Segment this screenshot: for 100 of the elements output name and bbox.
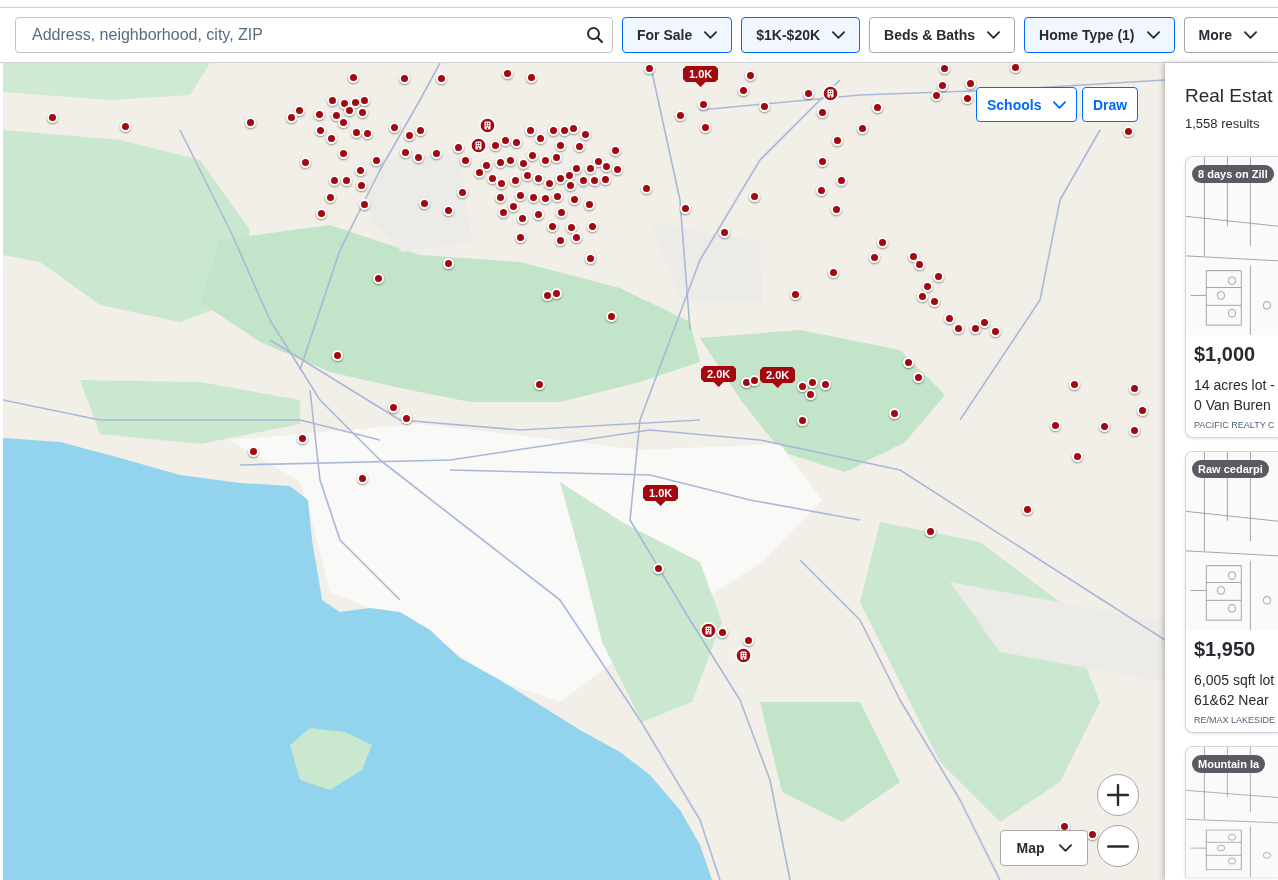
listing-marker-icon[interactable] (748, 190, 760, 202)
listing-marker-icon[interactable] (486, 172, 498, 184)
listing-marker-icon[interactable] (989, 325, 1001, 337)
listing-marker-icon[interactable] (550, 151, 562, 163)
listing-marker-icon[interactable] (567, 122, 579, 134)
listing-marker-icon[interactable] (507, 200, 519, 212)
listing-marker-icon[interactable] (510, 136, 522, 148)
listing-marker-icon[interactable] (912, 371, 924, 383)
listing-marker-icon[interactable] (326, 94, 338, 106)
search-field[interactable]: Address, neighborhood, city, ZIP (15, 17, 613, 53)
listing-marker-icon[interactable] (399, 146, 411, 158)
listing-marker-icon[interactable] (46, 111, 58, 123)
listing-marker-icon[interactable] (570, 231, 582, 243)
listing-card[interactable]: Raw cedarpi $1,950 6,005 sqft lot 61&62 Near RE/MAX LAKESIDE (1185, 451, 1278, 733)
listing-marker-icon[interactable] (442, 204, 454, 216)
listing-marker-icon[interactable] (435, 72, 447, 84)
search-icon[interactable] (586, 26, 604, 44)
listing-marker-icon[interactable] (876, 236, 888, 248)
listing-marker-icon[interactable] (609, 144, 621, 156)
listing-marker-icon[interactable] (978, 316, 990, 328)
listing-marker-icon[interactable] (296, 432, 308, 444)
listing-marker-icon[interactable] (1122, 125, 1134, 137)
map-layer-dropdown[interactable]: Schools (976, 87, 1078, 122)
listing-marker-icon[interactable] (551, 190, 563, 202)
listing-marker-icon[interactable] (543, 177, 555, 189)
listing-marker-icon[interactable] (521, 169, 533, 181)
listing-marker-icon[interactable] (1009, 63, 1021, 73)
map-tool-button[interactable]: Draw (1082, 87, 1139, 122)
listing-marker-icon[interactable] (430, 147, 442, 159)
listing-marker-icon[interactable] (640, 182, 652, 194)
listing-marker-icon[interactable] (358, 198, 370, 210)
listing-marker-icon[interactable] (605, 310, 617, 322)
listing-marker-icon[interactable] (347, 71, 359, 83)
search-input[interactable]: Address, neighborhood, city, ZIP (32, 24, 580, 46)
listing-marker-icon[interactable] (913, 258, 925, 270)
listing-marker-icon[interactable] (358, 94, 370, 106)
listing-marker-icon[interactable] (533, 378, 545, 390)
listing-marker-icon[interactable] (400, 412, 412, 424)
listing-marker-icon[interactable] (337, 147, 349, 159)
listing-marker-icon[interactable] (1068, 378, 1080, 390)
listing-marker-icon[interactable] (611, 163, 623, 175)
listing-marker-icon[interactable] (514, 189, 526, 201)
listing-marker-icon[interactable] (244, 116, 256, 128)
listing-marker-icon[interactable] (789, 288, 801, 300)
listing-marker-icon[interactable] (554, 139, 566, 151)
listing-marker-icon[interactable] (489, 139, 501, 151)
listing-marker-icon[interactable] (737, 84, 749, 96)
listing-marker-icon[interactable] (868, 251, 880, 263)
listing-marker-icon[interactable] (936, 79, 948, 91)
listing-marker-icon[interactable] (388, 121, 400, 133)
listing-marker-icon[interactable] (350, 126, 362, 138)
listing-marker-icon[interactable] (299, 156, 311, 168)
listing-marker-icon[interactable] (1128, 424, 1140, 436)
listing-marker-icon[interactable] (584, 252, 596, 264)
listing-marker-icon[interactable] (534, 132, 546, 144)
listing-marker-icon[interactable] (819, 378, 831, 390)
listing-marker-icon[interactable] (516, 212, 528, 224)
listing-marker-icon[interactable] (888, 407, 900, 419)
listing-marker-icon[interactable] (928, 295, 940, 307)
listing-marker-icon[interactable] (697, 98, 709, 110)
listing-marker-icon[interactable] (452, 141, 464, 153)
listing-marker-icon[interactable] (372, 272, 384, 284)
listing-marker-icon[interactable] (599, 173, 611, 185)
listing-marker-icon[interactable] (921, 280, 933, 292)
listing-marker-icon[interactable] (337, 116, 349, 128)
listing-marker-icon[interactable] (1098, 420, 1110, 432)
listing-marker-icon[interactable] (442, 257, 454, 269)
listing-marker-icon[interactable] (573, 140, 585, 152)
listing-marker-icon[interactable] (831, 134, 843, 146)
listing-marker-icon[interactable] (1021, 503, 1033, 515)
filter-dropdown[interactable]: For Sale (622, 17, 733, 53)
listing-marker-icon[interactable] (758, 100, 770, 112)
listing-marker-icon[interactable] (340, 174, 352, 186)
listing-marker-icon[interactable] (550, 287, 562, 299)
listing-marker-icon[interactable] (679, 202, 691, 214)
filter-dropdown[interactable]: More (1183, 17, 1278, 53)
listing-marker-icon[interactable] (314, 124, 326, 136)
listing-marker-icon[interactable] (856, 122, 868, 134)
listing-marker-icon[interactable] (331, 349, 343, 361)
listing-marker-icon[interactable] (501, 67, 513, 79)
listing-marker-icon[interactable] (325, 132, 337, 144)
listing-marker-icon[interactable] (525, 71, 537, 83)
listing-marker-icon[interactable] (527, 191, 539, 203)
listing-marker-icon[interactable] (586, 220, 598, 232)
filter-dropdown[interactable]: Beds & Baths (869, 17, 1016, 53)
listing-marker-icon[interactable] (456, 186, 468, 198)
listing-marker-icon[interactable] (499, 134, 511, 146)
listing-marker-icon[interactable] (1128, 382, 1140, 394)
listing-marker-icon[interactable] (568, 193, 580, 205)
listing-marker-icon[interactable] (815, 184, 827, 196)
listing-marker-icon[interactable] (564, 179, 576, 191)
listing-marker-icon[interactable] (247, 445, 259, 457)
map-type-dropdown[interactable]: Map (1000, 830, 1088, 866)
listing-marker-icon[interactable] (285, 111, 297, 123)
listing-marker-icon[interactable] (517, 157, 529, 169)
listing-marker-icon[interactable] (554, 234, 566, 246)
listing-marker-icon[interactable] (370, 154, 382, 166)
listing-marker-icon[interactable] (497, 206, 509, 218)
listing-marker-icon[interactable] (343, 104, 355, 116)
listing-marker-icon[interactable] (952, 322, 964, 334)
